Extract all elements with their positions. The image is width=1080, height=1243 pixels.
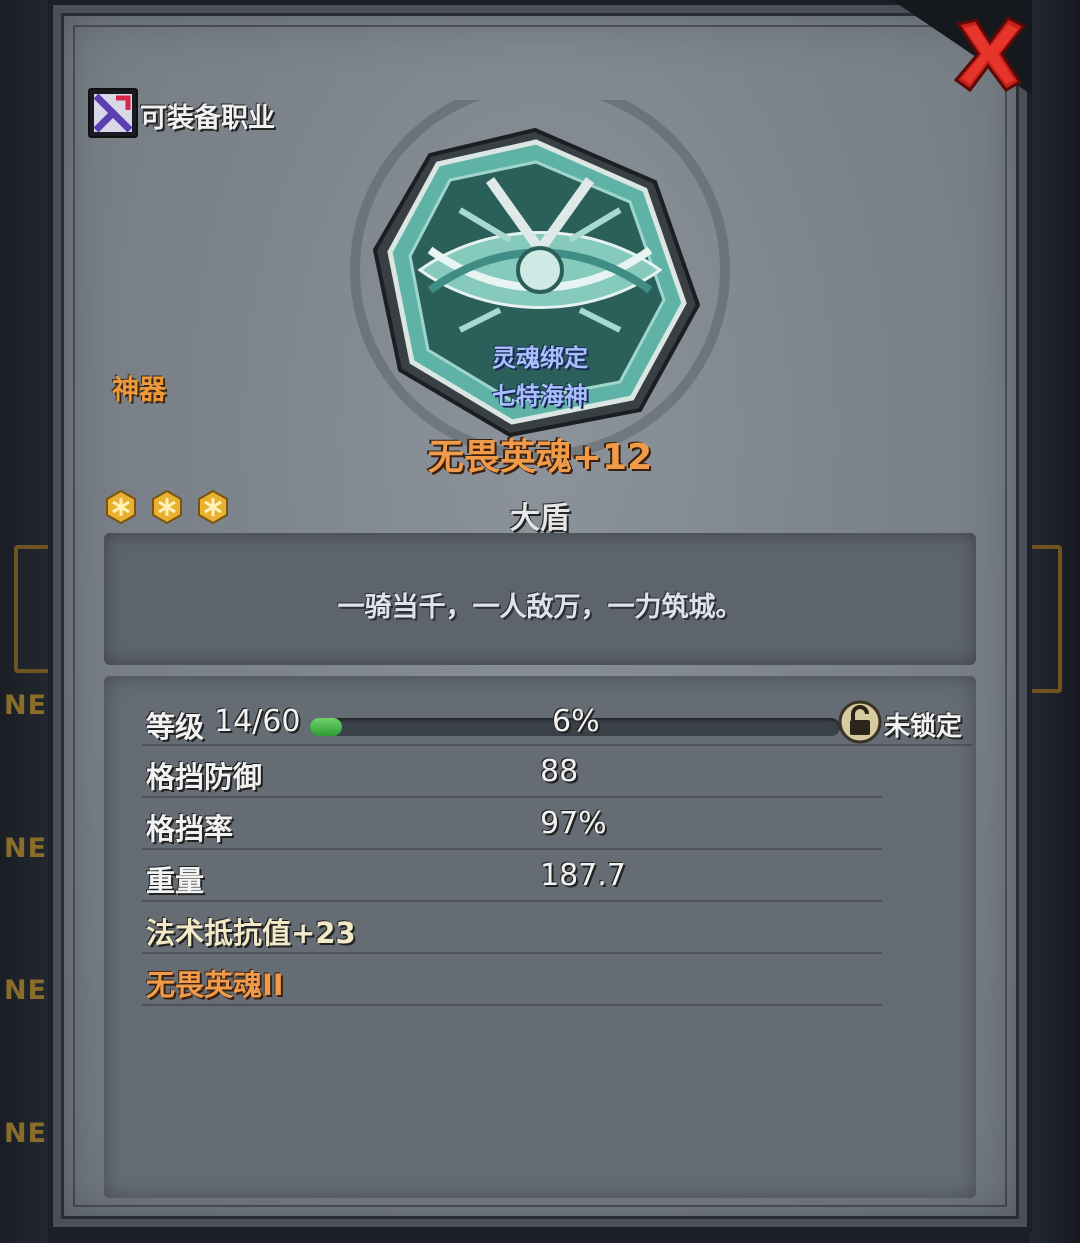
level-row: 等级 14/60 6% 未锁定 <box>142 692 972 746</box>
level-label: 等级 <box>146 710 205 744</box>
close-button[interactable] <box>948 12 1030 94</box>
job-class-icon[interactable] <box>88 88 138 138</box>
job-class-label: 可装备职业 <box>140 103 275 134</box>
gold-star-icon <box>106 490 136 524</box>
stat-value: 187.7 <box>540 858 626 893</box>
background-bracket-left <box>14 545 48 673</box>
stat-value: 97% <box>540 806 607 841</box>
background-tag: NE <box>4 690 48 721</box>
magic-resist-label: 法术抵抗值+23 <box>146 916 356 950</box>
stat-row-weight: 重量 187.7 <box>142 848 882 902</box>
stat-value: 88 <box>540 754 579 789</box>
item-category: 神器 <box>112 375 166 406</box>
stat-label: 格挡防御 <box>146 760 263 794</box>
crossed-weapons-icon <box>94 94 132 132</box>
exp-percent: 6% <box>552 704 600 739</box>
stat-row-block-defense: 格挡防御 88 <box>142 744 882 798</box>
background-bracket-right <box>1028 545 1062 693</box>
level-value: 14/60 <box>214 704 301 739</box>
skill-label: 无畏英魂II <box>146 968 284 1002</box>
bound-owner-label: 七特海神 <box>492 382 588 410</box>
description-box: 一骑当千，一人敌万，一力筑城。 <box>104 533 976 665</box>
item-name: 无畏英魂+12 <box>427 437 653 478</box>
exp-progress-fill <box>310 718 342 736</box>
background-tag: NE <box>4 833 48 864</box>
lock-toggle-button[interactable] <box>838 700 882 744</box>
background-tag: NE <box>4 1118 48 1149</box>
star-rating <box>104 490 230 524</box>
stat-label: 格挡率 <box>146 812 234 846</box>
stat-label: 重量 <box>146 864 205 898</box>
lock-status-label: 未锁定 <box>884 712 963 742</box>
item-type: 大盾 <box>510 501 570 536</box>
stat-row-block-rate: 格挡率 97% <box>142 796 882 850</box>
unlocked-padlock-icon <box>838 700 882 744</box>
background-tag: NE <box>4 975 48 1006</box>
stat-row-magic-resist: 法术抵抗值+23 <box>142 900 882 954</box>
soulbound-label: 灵魂绑定 <box>492 344 588 372</box>
gold-star-icon <box>152 490 182 524</box>
close-x-icon <box>953 16 1027 93</box>
stats-box: 等级 14/60 6% 未锁定 格挡防御 88 格挡率 97% 重量 187.7… <box>104 676 976 1198</box>
stat-row-skill: 无畏英魂II <box>142 952 882 1006</box>
gold-star-icon <box>198 490 228 524</box>
item-description: 一骑当千，一人敌万，一力筑城。 <box>337 592 743 623</box>
